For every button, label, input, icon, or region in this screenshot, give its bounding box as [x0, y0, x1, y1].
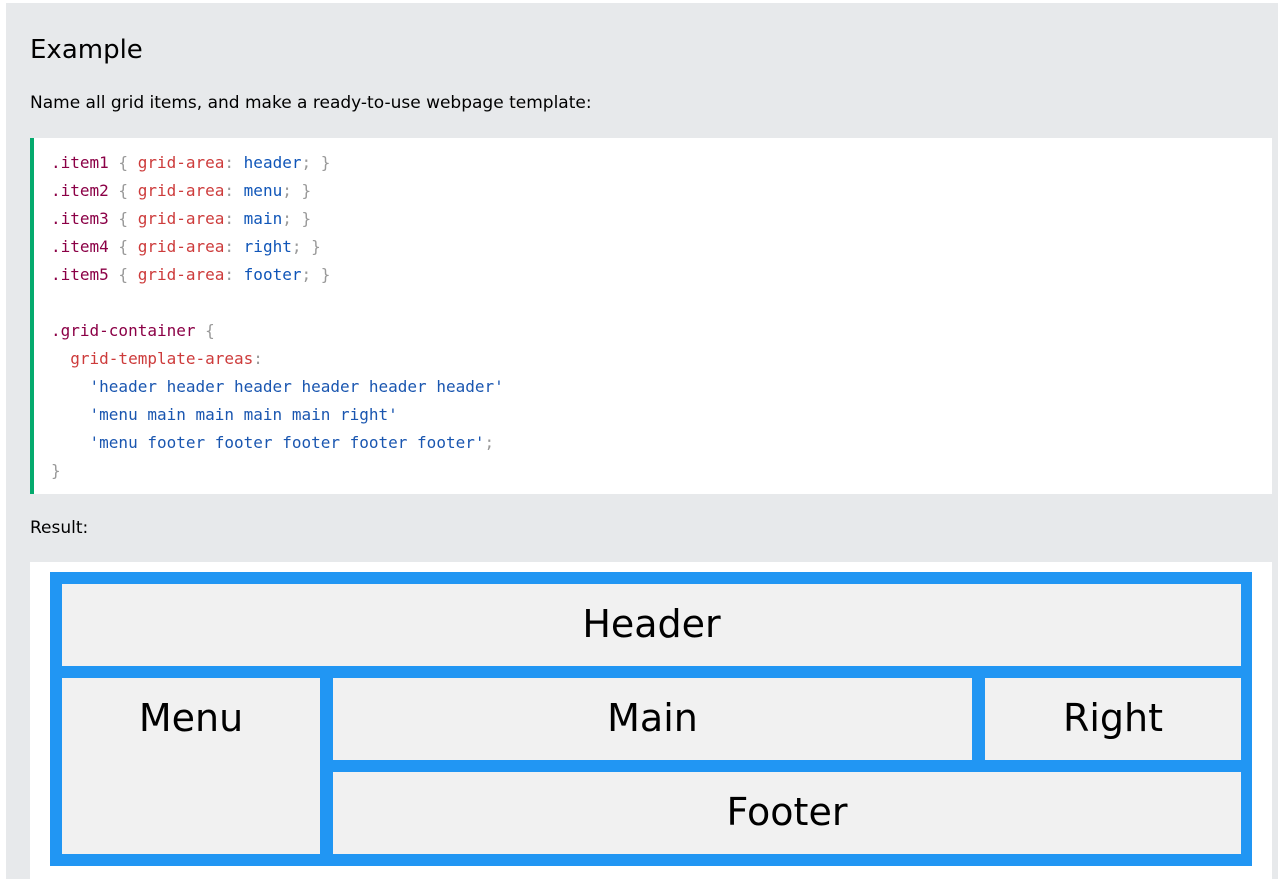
code-token-val: main [243, 209, 283, 228]
code-token-brace: { [195, 321, 215, 340]
code-token-brace: ; } [301, 265, 331, 284]
code-line: 'menu footer footer footer footer footer… [51, 429, 1272, 457]
code-token-str: 'menu main main main main right' [51, 405, 398, 424]
code-line: .item2 { grid-area: menu; } [51, 177, 1272, 205]
grid-item-header: Header [62, 584, 1241, 666]
code-token-prop: grid-area [137, 237, 225, 256]
code-token-prop: grid-area [137, 181, 225, 200]
code-token-brace: { [108, 209, 138, 228]
code-token-brace: { [108, 265, 138, 284]
code-line: .item4 { grid-area: right; } [51, 233, 1272, 261]
result-frame: Header Menu Main Right Footer [30, 562, 1272, 879]
code-token-brace: ; [484, 433, 495, 452]
example-title: Example [30, 35, 143, 65]
grid-item-footer: Footer [333, 772, 1241, 854]
code-token-brace: : [224, 181, 244, 200]
code-token-brace: { [108, 237, 138, 256]
code-token-brace: { [108, 153, 138, 172]
code-token-val: right [243, 237, 292, 256]
code-line: } [51, 457, 1272, 485]
code-line: 'menu main main main main right' [51, 401, 1272, 429]
code-token-sel: .item4 [51, 237, 109, 256]
code-line: grid-template-areas: [51, 345, 1272, 373]
code-line: .item5 { grid-area: footer; } [51, 261, 1272, 289]
code-token-brace: : [224, 237, 244, 256]
grid-item-menu: Menu [62, 678, 320, 854]
code-line: .item3 { grid-area: main; } [51, 205, 1272, 233]
code-token-sel: .item3 [51, 209, 109, 228]
code-token-str: 'menu footer footer footer footer footer… [51, 433, 485, 452]
grid-item-main: Main [333, 678, 972, 760]
grid-container: Header Menu Main Right Footer [50, 572, 1252, 866]
code-token-brace: ; } [301, 153, 331, 172]
code-token-brace: ; } [282, 181, 312, 200]
code-line: .grid-container { [51, 317, 1272, 345]
code-token-brace: { [108, 181, 138, 200]
grid-item-right: Right [985, 678, 1241, 760]
code-token-val: header [243, 153, 302, 172]
code-token-brace: : [253, 349, 263, 368]
code-token-sel: .item2 [51, 181, 109, 200]
code-token-val: footer [243, 265, 302, 284]
code-token-val: menu [243, 181, 283, 200]
code-token-sel: .item5 [51, 265, 109, 284]
code-token-sel: .item1 [51, 153, 109, 172]
code-token-brace: ; } [291, 237, 321, 256]
code-token-brace: } [51, 461, 61, 480]
code-token-str: 'header header header header header head… [51, 377, 504, 396]
code-token-brace: ; } [282, 209, 312, 228]
code-line: 'header header header header header head… [51, 373, 1272, 401]
code-token-brace: : [224, 209, 244, 228]
code-token-prop: grid-template-areas [51, 349, 254, 368]
example-description: Name all grid items, and make a ready-to… [30, 93, 592, 113]
code-token-brace: : [224, 153, 244, 172]
code-token-sel: .grid-container [51, 321, 196, 340]
code-line: .item1 { grid-area: header; } [51, 149, 1272, 177]
code-token-prop: grid-area [137, 265, 225, 284]
code-block: .item1 { grid-area: header; } .item2 { gr… [30, 138, 1272, 494]
code-token-prop: grid-area [137, 153, 225, 172]
example-panel: Example Name all grid items, and make a … [6, 3, 1278, 879]
code-token-prop: grid-area [137, 209, 225, 228]
result-label: Result: [30, 518, 89, 538]
code-token-brace: : [224, 265, 244, 284]
